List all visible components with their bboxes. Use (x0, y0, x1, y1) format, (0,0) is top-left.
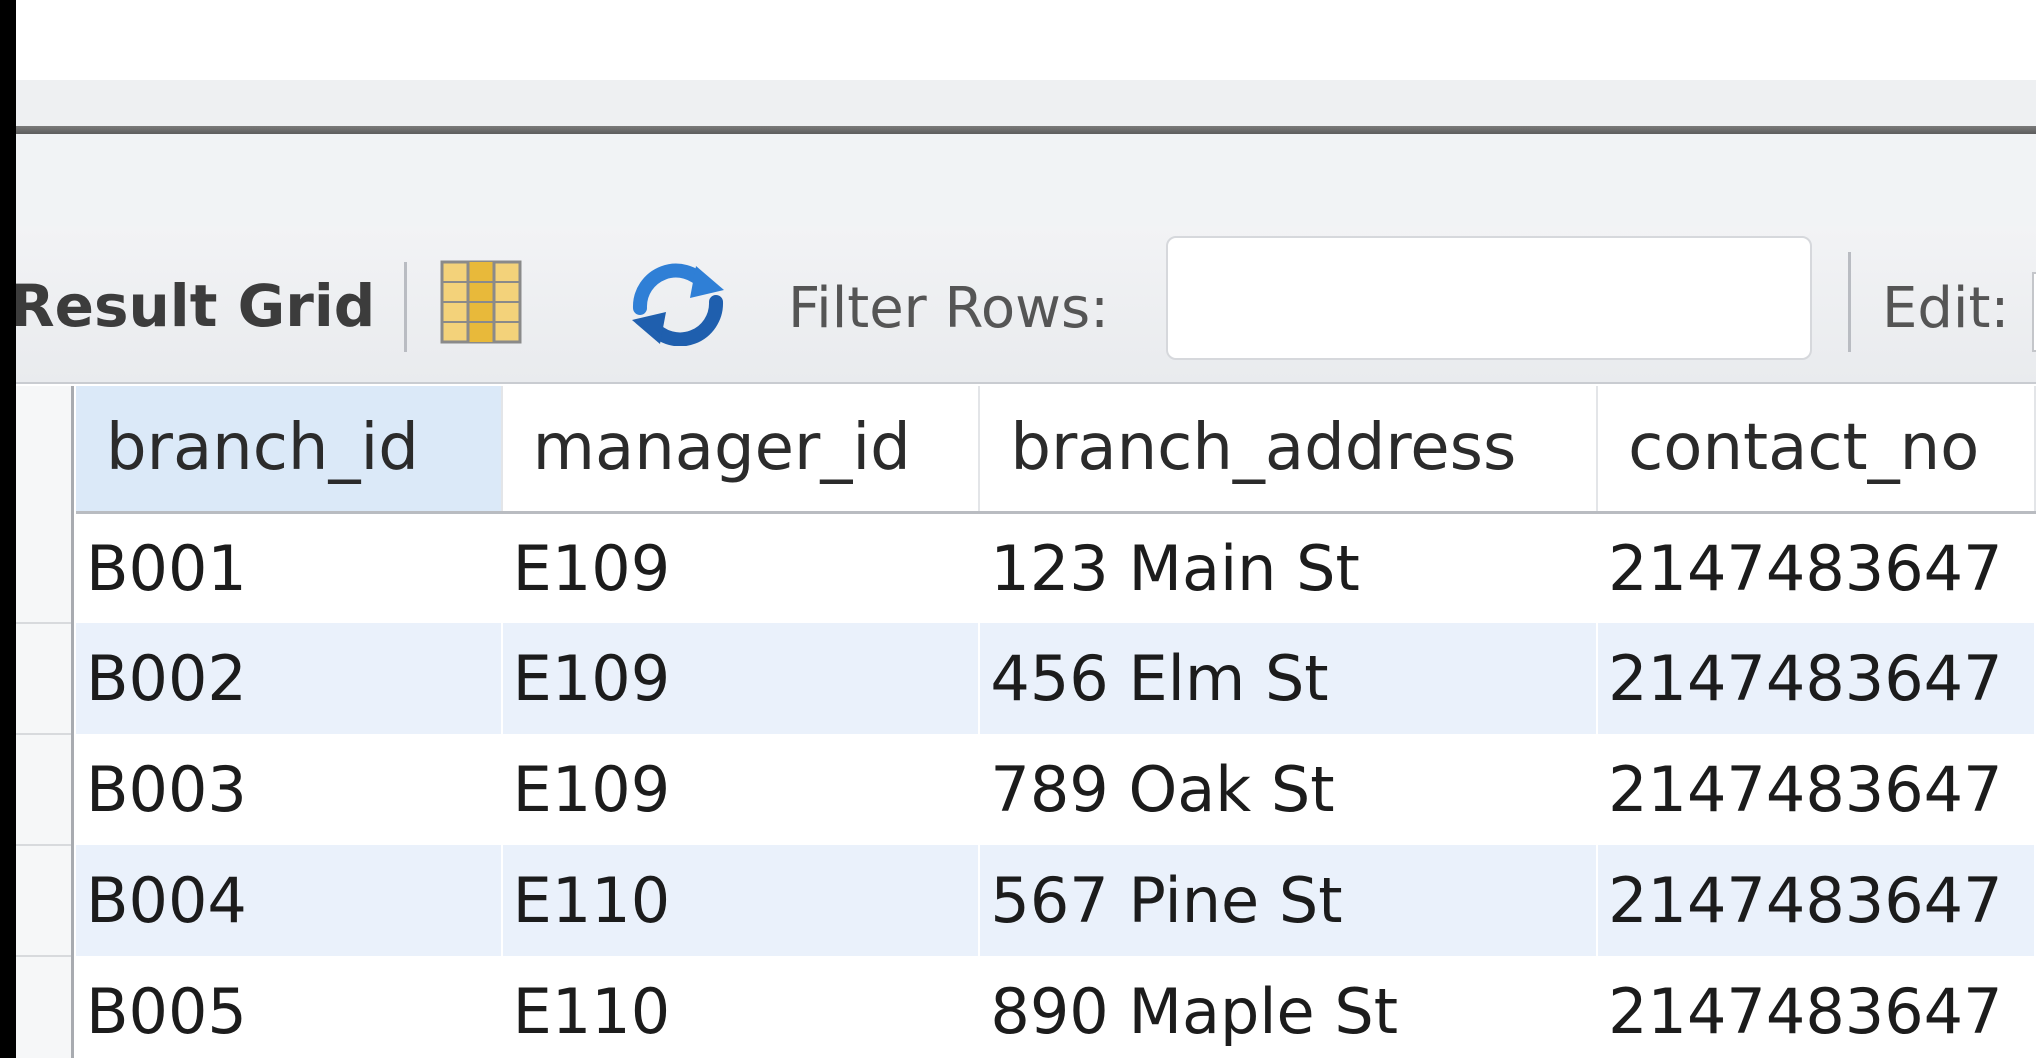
edit-label: Edit: (1882, 276, 2010, 341)
cell-branch-address[interactable]: 123 Main St (979, 512, 1599, 623)
column-header-contact-no[interactable]: contact_no (1597, 386, 2036, 514)
row-gutter-line (16, 955, 71, 957)
table-row[interactable]: B003 E109 789 Oak St 2147483647 (76, 734, 2036, 845)
cell-manager-id[interactable]: E110 (501, 845, 981, 956)
cell-branch-address[interactable]: 789 Oak St (979, 734, 1599, 845)
cell-manager-id[interactable]: E109 (501, 734, 981, 845)
column-grid-icon[interactable] (440, 260, 522, 344)
table-header-row: branch_id manager_id branch_address cont… (76, 386, 2036, 514)
cell-contact-no[interactable]: 2147483647 (1597, 956, 2036, 1058)
result-table: branch_id manager_id branch_address cont… (76, 386, 2036, 1058)
cell-manager-id[interactable]: E109 (501, 512, 981, 623)
cell-manager-id[interactable]: E110 (501, 956, 981, 1058)
cell-branch-address[interactable]: 456 Elm St (979, 623, 1599, 734)
result-grid-tab[interactable]: Result Grid (16, 272, 375, 340)
column-header-branch-id[interactable]: branch_id (76, 386, 503, 514)
sql-editor-area[interactable] (16, 0, 2036, 80)
toolbar-separator (1848, 252, 1851, 352)
filter-rows-label: Filter Rows: (788, 276, 1109, 341)
result-grid: branch_id manager_id branch_address cont… (16, 386, 2036, 1058)
table-row[interactable]: B002 E109 456 Elm St 2147483647 (76, 623, 2036, 734)
cell-contact-no[interactable]: 2147483647 (1597, 623, 2036, 734)
result-pane-header (16, 134, 2036, 226)
table-row[interactable]: B005 E110 890 Maple St 2147483647 (76, 956, 2036, 1058)
cell-branch-id[interactable]: B001 (76, 512, 503, 623)
edit-button-edge[interactable] (2032, 272, 2036, 352)
row-gutter-line (16, 844, 71, 846)
cell-branch-address[interactable]: 567 Pine St (979, 845, 1599, 956)
table-row[interactable]: B004 E110 567 Pine St 2147483647 (76, 845, 2036, 956)
cell-branch-id[interactable]: B003 (76, 734, 503, 845)
pane-splitter[interactable] (16, 126, 2036, 134)
column-header-branch-address[interactable]: branch_address (979, 386, 1599, 514)
row-gutter-line (16, 622, 71, 624)
cell-contact-no[interactable]: 2147483647 (1597, 845, 2036, 956)
column-header-manager-id[interactable]: manager_id (501, 386, 981, 514)
table-row[interactable]: B001 E109 123 Main St 2147483647 (76, 512, 2036, 623)
cell-manager-id[interactable]: E109 (501, 623, 981, 734)
toolbar-separator (404, 262, 407, 352)
row-gutter (16, 386, 74, 1058)
cell-branch-id[interactable]: B004 (76, 845, 503, 956)
cell-branch-address[interactable]: 890 Maple St (979, 956, 1599, 1058)
cell-branch-id[interactable]: B005 (76, 956, 503, 1058)
filter-rows-input[interactable] (1166, 236, 1812, 360)
workbench-window: Result Grid Filter Rows: Edit: branch_id… (16, 0, 2036, 1058)
row-gutter-line (16, 733, 71, 735)
editor-bottom-bar (16, 80, 2036, 126)
refresh-icon[interactable] (626, 262, 730, 347)
cell-branch-id[interactable]: B002 (76, 623, 503, 734)
cell-contact-no[interactable]: 2147483647 (1597, 512, 2036, 623)
cell-contact-no[interactable]: 2147483647 (1597, 734, 2036, 845)
